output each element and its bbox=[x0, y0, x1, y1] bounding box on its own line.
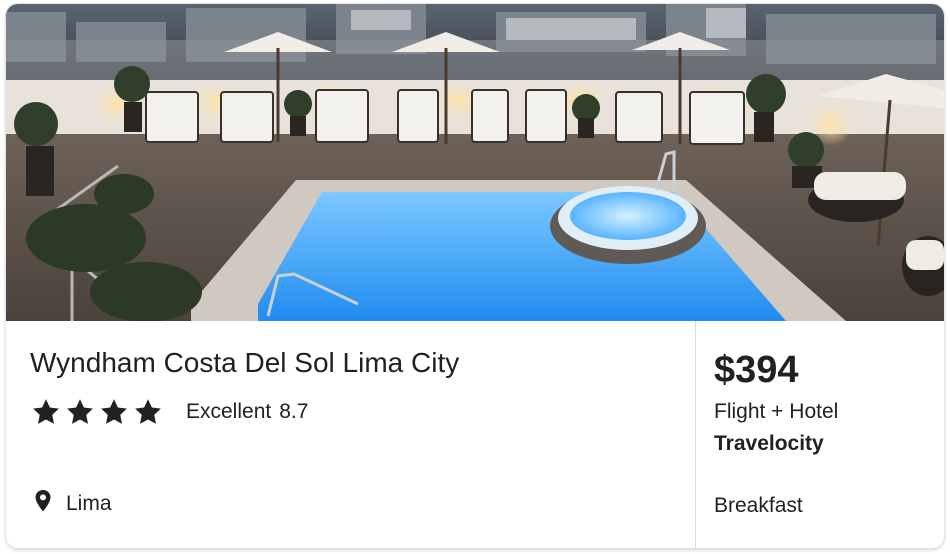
price: $394 bbox=[714, 349, 799, 391]
provider-name: Travelocity bbox=[714, 432, 824, 455]
star-rating bbox=[30, 397, 164, 427]
star-icon bbox=[64, 397, 96, 427]
hotel-info: Wyndham Costa Del Sol Lima City Excellen… bbox=[6, 321, 695, 548]
amenity-label: Breakfast bbox=[714, 494, 803, 517]
rating-row: Excellent 8.7 bbox=[30, 395, 308, 429]
rating-score: 8.7 bbox=[279, 400, 309, 423]
star-icon bbox=[132, 397, 164, 427]
rating-label: Excellent bbox=[186, 400, 272, 423]
hotel-name[interactable]: Wyndham Costa Del Sol Lima City bbox=[30, 347, 459, 379]
hotel-photo[interactable] bbox=[6, 4, 944, 321]
hotel-result-card[interactable]: Wyndham Costa Del Sol Lima City Excellen… bbox=[6, 4, 944, 548]
map-pin-icon bbox=[34, 489, 52, 518]
location-row: Lima bbox=[34, 489, 112, 518]
star-icon bbox=[30, 397, 62, 427]
price-panel[interactable]: $394 Flight + Hotel Travelocity Breakfas… bbox=[695, 321, 944, 548]
star-icon bbox=[98, 397, 130, 427]
package-type: Flight + Hotel bbox=[714, 400, 839, 423]
location-text: Lima bbox=[66, 491, 112, 515]
